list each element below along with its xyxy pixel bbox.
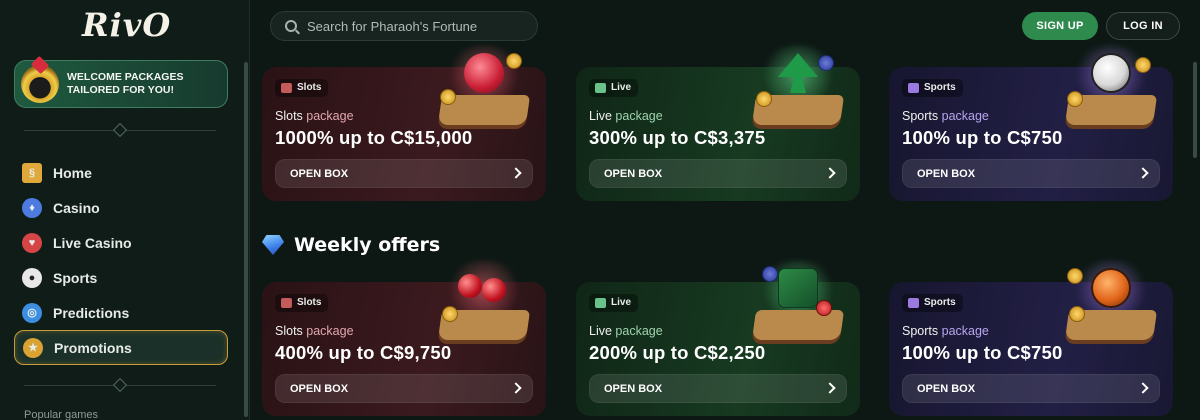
search-bar[interactable] <box>270 11 538 41</box>
diamond-icon <box>262 235 284 255</box>
open-box-button[interactable]: OPEN BOX <box>902 374 1160 403</box>
sports-package-card: Sports Sports package 100% up to C$750 O… <box>889 45 1173 201</box>
category-chip: Slots <box>275 79 329 97</box>
promotions-icon: ★ <box>23 337 43 358</box>
search-input[interactable] <box>307 18 527 34</box>
sidebar-item-label: Sports <box>53 269 98 286</box>
category-chip: Live <box>589 79 639 97</box>
chevron-right-icon <box>510 382 522 394</box>
ruby-gem-icon <box>434 45 534 131</box>
live-package-card: Live Live package 300% up to C$3,375 OPE… <box>576 45 860 201</box>
category-chip: Sports <box>902 79 963 97</box>
open-box-button[interactable]: OPEN BOX <box>589 159 847 188</box>
open-box-button[interactable]: OPEN BOX <box>589 374 847 403</box>
category-chip: Slots <box>275 294 329 312</box>
open-box-button[interactable]: OPEN BOX <box>275 159 533 188</box>
slots-icon <box>281 83 292 93</box>
soccer-ball-icon: ● <box>22 267 42 288</box>
bonus-amount: 100% up to C$750 <box>902 127 1063 148</box>
sidebar-item-casino[interactable]: ♦ Casino <box>14 190 228 225</box>
sidebar-scrollbar[interactable] <box>244 62 248 417</box>
search-icon <box>285 20 297 32</box>
chevron-right-icon <box>824 382 836 394</box>
open-box-button[interactable]: OPEN BOX <box>275 374 533 403</box>
divider <box>24 122 216 138</box>
sidebar-item-live-casino[interactable]: ♥ Live Casino <box>14 225 228 260</box>
live-package-card: Live Live package 200% up to C$2,250 OPE… <box>576 260 860 416</box>
promo-banner-text: WELCOME PACKAGES TAILORED FOR YOU! <box>67 71 184 96</box>
live-casino-icon: ♥ <box>22 232 42 253</box>
package-label: Slots package <box>275 324 354 338</box>
soccer-ball-icon <box>1061 45 1161 131</box>
bonus-amount: 300% up to C$3,375 <box>589 127 766 148</box>
chevron-right-icon <box>1137 382 1149 394</box>
scroll-icon: § <box>22 162 42 183</box>
package-label: Slots package <box>275 109 354 123</box>
package-label: Live package <box>589 109 663 123</box>
popular-games-heading: Popular games <box>24 409 98 420</box>
casino-icon: ♦ <box>22 197 42 218</box>
sports-package-card: Sports Sports package 100% up to C$750 O… <box>889 260 1173 416</box>
live-icon <box>595 298 606 308</box>
sidebar-item-home[interactable]: § Home <box>14 155 228 190</box>
sports-icon <box>908 83 919 93</box>
welcome-packages-banner[interactable]: WELCOME PACKAGES TAILORED FOR YOU! <box>14 60 228 108</box>
sports-icon <box>908 298 919 308</box>
sidebar-item-label: Live Casino <box>53 234 132 251</box>
package-label: Live package <box>589 324 663 338</box>
bonus-amount: 1000% up to C$15,000 <box>275 127 473 148</box>
package-label: Sports package <box>902 109 989 123</box>
sidebar-item-label: Casino <box>53 199 100 216</box>
bonus-amount: 100% up to C$750 <box>902 342 1063 363</box>
weekly-offers-heading: Weekly offers <box>262 234 440 256</box>
open-box-button[interactable]: OPEN BOX <box>902 159 1160 188</box>
sidebar-item-label: Promotions <box>54 339 132 356</box>
slots-icon <box>281 298 292 308</box>
sidebar-item-label: Home <box>53 164 92 181</box>
spade-card-icon <box>748 45 848 131</box>
sidebar-item-sports[interactable]: ● Sports <box>14 260 228 295</box>
divider <box>24 377 216 393</box>
sign-up-button[interactable]: SIGN UP <box>1022 12 1098 40</box>
sidebar: RivO WELCOME PACKAGES TAILORED FOR YOU! … <box>0 0 250 420</box>
gem-ring-icon <box>21 65 59 103</box>
sidebar-nav: § Home ♦ Casino ♥ Live Casino ● Sports ◎… <box>14 155 228 365</box>
main-scrollbar[interactable] <box>1193 62 1197 158</box>
sidebar-item-predictions[interactable]: ◎ Predictions <box>14 295 228 330</box>
package-label: Sports package <box>902 324 989 338</box>
rivo-logo[interactable]: RivO <box>82 6 171 44</box>
basketball-icon <box>1061 260 1161 346</box>
chevron-right-icon <box>1137 167 1149 179</box>
crystal-ball-icon: ◎ <box>22 302 42 323</box>
cherries-icon <box>434 260 534 346</box>
category-chip: Sports <box>902 294 963 312</box>
log-in-button[interactable]: LOG IN <box>1106 12 1180 40</box>
section-title: Weekly offers <box>294 234 441 256</box>
bonus-amount: 400% up to C$9,750 <box>275 342 452 363</box>
dice-icon <box>748 260 848 346</box>
category-chip: Live <box>589 294 639 312</box>
live-icon <box>595 83 606 93</box>
slots-package-card: Slots Slots package 400% up to C$9,750 O… <box>262 260 546 416</box>
sidebar-item-label: Predictions <box>53 304 130 321</box>
chevron-right-icon <box>824 167 836 179</box>
slots-package-card: Slots Slots package 1000% up to C$15,000… <box>262 45 546 201</box>
chevron-right-icon <box>510 167 522 179</box>
sidebar-item-promotions[interactable]: ★ Promotions <box>14 330 228 365</box>
bonus-amount: 200% up to C$2,250 <box>589 342 766 363</box>
